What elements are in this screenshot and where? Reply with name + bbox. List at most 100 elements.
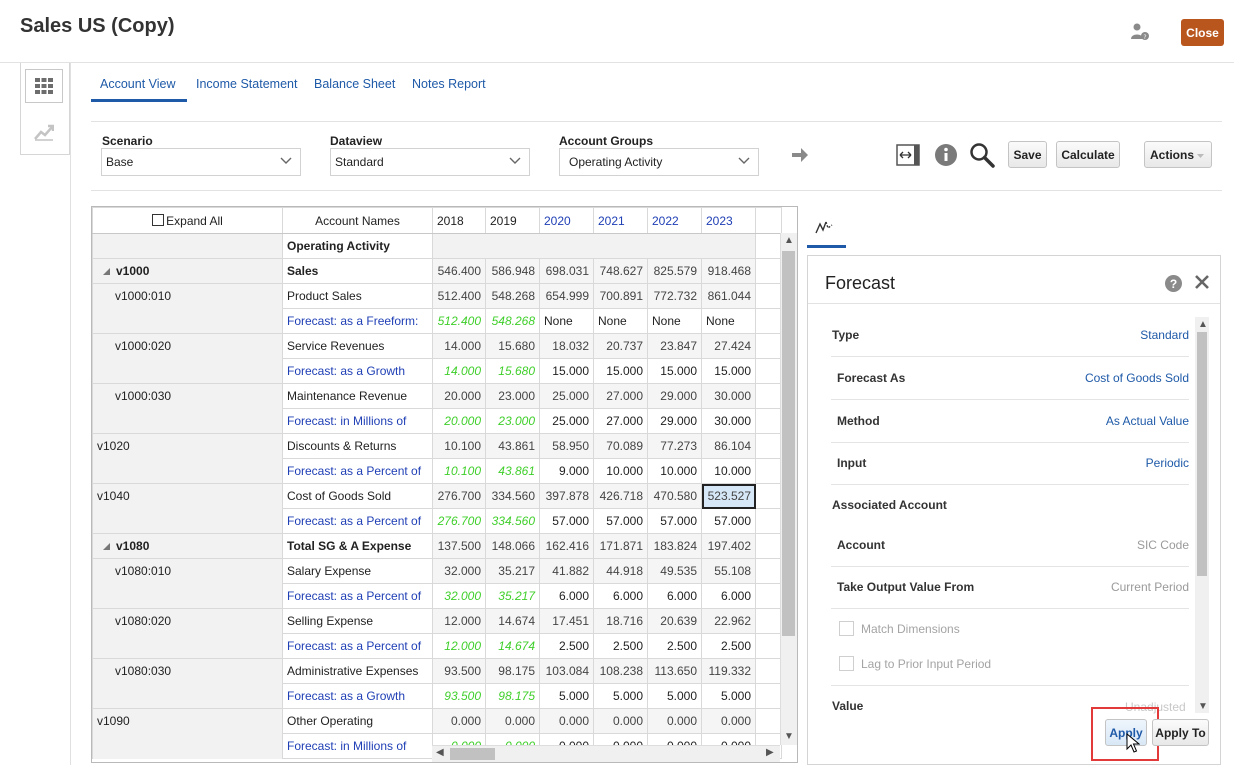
value-cell[interactable]: 10.000	[593, 458, 648, 484]
tab-income-statement[interactable]: Income Statement	[196, 77, 297, 91]
forecast-link[interactable]: Forecast: as a Percent of	[282, 633, 433, 659]
forecast-chart-tab-icon[interactable]	[815, 219, 833, 238]
scroll-down-icon[interactable]: ▼	[784, 731, 794, 742]
value-cell[interactable]: 15.000	[701, 358, 756, 384]
lag-prior-checkbox[interactable]	[839, 656, 854, 671]
expand-all-checkbox[interactable]	[152, 213, 165, 226]
value-cell: 15.680	[485, 333, 540, 359]
value-cell[interactable]: 2.500	[701, 633, 756, 659]
panel-scroll-thumb[interactable]	[1197, 332, 1207, 576]
forecast-link[interactable]: Forecast: as a Percent of	[282, 583, 433, 609]
scroll-up-icon[interactable]: ▲	[1198, 319, 1208, 330]
close-button[interactable]: Close	[1181, 19, 1224, 46]
account-groups-select[interactable]: Operating Activity	[559, 148, 759, 176]
year-header[interactable]: 2023	[701, 207, 756, 234]
dim-cell[interactable]: v1000	[92, 258, 283, 284]
expand-all-header[interactable]: Expand All	[92, 207, 283, 234]
year-header[interactable]: 2022	[647, 207, 702, 234]
help-icon[interactable]: ?	[1165, 275, 1182, 292]
value-cell[interactable]: 5.000	[539, 683, 594, 709]
value-cell[interactable]: 27.000	[593, 408, 648, 434]
value-cell[interactable]: 57.000	[539, 508, 594, 534]
value-cell[interactable]: 10.000	[647, 458, 702, 484]
value-cell[interactable]: 57.000	[647, 508, 702, 534]
fit-width-icon[interactable]	[895, 142, 921, 168]
dataview-select[interactable]: Standard	[330, 148, 530, 176]
type-value[interactable]: Standard	[1140, 328, 1189, 342]
value-cell[interactable]: 6.000	[539, 583, 594, 609]
forecast-as-value[interactable]: Cost of Goods Sold	[1085, 371, 1189, 385]
scroll-left-icon[interactable]: ◀	[436, 747, 444, 758]
forecast-link[interactable]: Forecast: as a Growth	[282, 683, 433, 709]
value-cell[interactable]: 2.500	[647, 633, 702, 659]
dim-cell[interactable]: v1080	[92, 533, 283, 559]
selected-cell[interactable]: 523.527	[701, 483, 756, 509]
value-cell: 15.680	[485, 358, 540, 384]
value-cell[interactable]: 6.000	[701, 583, 756, 609]
apply-to-button[interactable]: Apply To	[1152, 719, 1209, 746]
forecast-link[interactable]: Forecast: as a Percent of	[282, 458, 433, 484]
value-cell[interactable]: 5.000	[647, 683, 702, 709]
filters-divider	[91, 190, 1222, 191]
forecast-link[interactable]: Forecast: in Millions of	[282, 408, 433, 434]
scenario-select[interactable]: Base	[101, 148, 301, 176]
year-header[interactable]: 2021	[593, 207, 648, 234]
value-cell[interactable]: None	[647, 308, 702, 334]
value-cell[interactable]: 5.000	[701, 683, 756, 709]
save-button[interactable]: Save	[1008, 141, 1047, 168]
value-cell[interactable]: None	[539, 308, 594, 334]
tab-balance-sheet[interactable]: Balance Sheet	[314, 77, 395, 91]
collapse-triangle-icon[interactable]	[103, 543, 110, 551]
row-spacer	[755, 408, 782, 434]
info-icon[interactable]	[933, 142, 959, 168]
grid-horizontal-scroll-thumb[interactable]	[450, 748, 495, 760]
value-cell: 17.451	[539, 608, 594, 634]
close-icon[interactable]	[1194, 274, 1210, 293]
value-cell: 918.468	[701, 258, 756, 284]
tab-notes-report[interactable]: Notes Report	[412, 77, 486, 91]
collapse-triangle-icon[interactable]	[103, 268, 110, 276]
year-header[interactable]: 2020	[539, 207, 594, 234]
value-cell: 0.000	[593, 708, 648, 734]
forecast-link[interactable]: Forecast: as a Growth	[282, 358, 433, 384]
value-cell[interactable]: 30.000	[701, 408, 756, 434]
value-cell[interactable]: 15.000	[593, 358, 648, 384]
go-arrow-icon[interactable]	[790, 146, 810, 167]
value-cell[interactable]: 57.000	[701, 508, 756, 534]
forecast-link[interactable]: Forecast: in Millions of	[282, 733, 433, 759]
forecast-link[interactable]: Forecast: as a Percent of	[282, 508, 433, 534]
value-cell[interactable]: 2.500	[593, 633, 648, 659]
value-cell[interactable]: 15.000	[647, 358, 702, 384]
scroll-right-icon[interactable]: ▶	[766, 747, 774, 758]
scroll-down-icon[interactable]: ▼	[1198, 701, 1208, 712]
value-cell[interactable]: None	[593, 308, 648, 334]
value-cell: 171.871	[593, 533, 648, 559]
user-help-icon[interactable]: ?	[1130, 22, 1150, 42]
actions-button[interactable]: Actions	[1144, 141, 1212, 168]
value-cell[interactable]: 25.000	[539, 408, 594, 434]
value-cell[interactable]: 2.500	[539, 633, 594, 659]
grid-view-button[interactable]	[25, 69, 63, 103]
take-output-value[interactable]: Current Period	[1111, 580, 1189, 594]
value-cell[interactable]: 9.000	[539, 458, 594, 484]
tab-account-view[interactable]: Account View	[100, 77, 176, 91]
match-dimensions-checkbox[interactable]	[839, 621, 854, 636]
value-cell[interactable]: 10.000	[701, 458, 756, 484]
value-cell[interactable]: 29.000	[647, 408, 702, 434]
forecast-link[interactable]: Forecast: as a Freeform:	[282, 308, 433, 334]
value-cell[interactable]: None	[701, 308, 756, 334]
input-value[interactable]: Periodic	[1146, 456, 1189, 470]
search-icon[interactable]	[969, 142, 995, 168]
account-value[interactable]: SIC Code	[1137, 538, 1189, 552]
value-cell[interactable]: 5.000	[593, 683, 648, 709]
value-cell[interactable]: 57.000	[593, 508, 648, 534]
method-value[interactable]: As Actual Value	[1106, 414, 1189, 428]
value-cell[interactable]: 6.000	[593, 583, 648, 609]
scroll-up-icon[interactable]: ▲	[784, 235, 794, 246]
chart-view-button[interactable]	[25, 115, 63, 149]
calculate-button[interactable]: Calculate	[1056, 141, 1120, 168]
value-cell[interactable]: 6.000	[647, 583, 702, 609]
value-cell: 25.000	[539, 383, 594, 409]
grid-vertical-scroll-thumb[interactable]	[782, 251, 795, 636]
value-cell[interactable]: 15.000	[539, 358, 594, 384]
